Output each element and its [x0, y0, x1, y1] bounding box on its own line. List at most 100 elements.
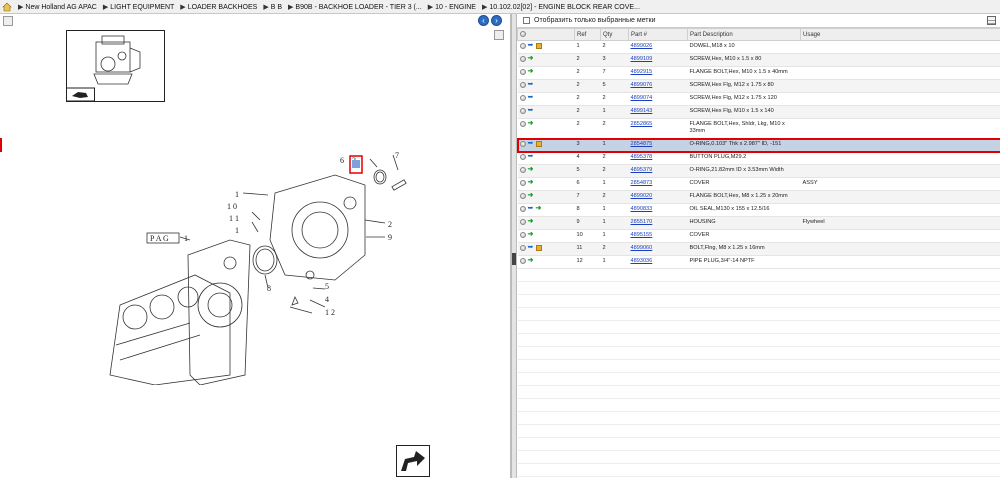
add-to-cart-icon[interactable]: ➜	[528, 192, 534, 199]
part-number-link[interactable]: 4895378	[631, 154, 653, 160]
table-row[interactable]: ➜ 6 1 2854873 COVER ASSY	[517, 177, 1000, 191]
cell-description: BUTTON PLUG,M29.2	[687, 151, 801, 165]
breadcrumb-item[interactable]: ▶ B B	[263, 4, 282, 11]
select-row-icon[interactable]	[519, 141, 526, 147]
part-number-link[interactable]: 4899060	[631, 245, 653, 251]
select-row-icon[interactable]	[519, 167, 526, 173]
info-arrow-icon[interactable]: ➥	[528, 42, 534, 49]
show-selected-only-checkbox[interactable]	[523, 17, 530, 24]
column-header-description[interactable]: Part Description	[687, 28, 801, 41]
add-to-cart-icon[interactable]: ➜	[528, 68, 534, 75]
table-row[interactable]: ➥ 11 2 4899060 BOLT,Flng, M8 x 1.25 x 16mm	[517, 242, 1000, 256]
home-icon[interactable]	[2, 2, 12, 12]
table-row[interactable]: ➥ 2 1 4899143 SCREW,Hex Flg, M10 x 1.5 x 140	[517, 105, 1000, 119]
table-row[interactable]: ➥ 2 5 4899076 SCREW,Hex Flg, M12 x 1.75 x 80	[517, 79, 1000, 93]
select-row-icon[interactable]	[519, 82, 526, 88]
select-row-icon[interactable]	[519, 108, 526, 114]
breadcrumb-item[interactable]: ▶ 10.102.02[02] - ENGINE BLOCK REAR COVE.…	[482, 4, 640, 11]
splitter-grip-icon[interactable]	[512, 253, 516, 265]
part-number-link[interactable]: 2854873	[631, 180, 653, 186]
select-row-icon[interactable]	[519, 180, 526, 186]
part-number-link[interactable]: 4892915	[631, 69, 653, 75]
table-row[interactable]: ➜ 10 1 4895155 COVER	[517, 229, 1000, 243]
table-row[interactable]: ➥ 2 2 4899074 SCREW,Hex Flg, M12 x 1.75 x 12…	[517, 92, 1000, 106]
info-arrow-icon[interactable]: ➥	[528, 205, 534, 212]
column-header-usage[interactable]: Usage	[800, 28, 1000, 41]
add-to-cart-icon[interactable]: ➜	[528, 166, 534, 173]
add-to-cart-icon[interactable]: ➜	[528, 257, 534, 264]
part-number-link[interactable]: 4895155	[631, 232, 653, 238]
select-row-icon[interactable]	[519, 258, 526, 264]
part-number-link[interactable]: 4899074	[631, 95, 653, 101]
part-number-link[interactable]: 4895379	[631, 167, 653, 173]
part-number-link[interactable]: 2852865	[631, 121, 653, 127]
select-all-header[interactable]	[517, 28, 575, 41]
table-row[interactable]: ➥ ➜ 8 1 4890833 OIL SEAL,M130 x 155 x 12.5/16	[517, 203, 1000, 217]
part-number-link[interactable]: 4893036	[631, 258, 653, 264]
select-row-icon[interactable]	[519, 219, 526, 225]
select-row-icon[interactable]	[519, 206, 526, 212]
select-row-icon[interactable]	[519, 121, 526, 127]
table-row[interactable]: ➜ 5 2 4895379 O-RING,21.82mm ID x 3.53mm Wid…	[517, 164, 1000, 178]
table-row[interactable]: ➜ 2 3 4899109 SCREW,Hex, M10 x 1.5 x 80	[517, 53, 1000, 67]
info-arrow-icon[interactable]: ➥	[528, 244, 534, 251]
part-number-link[interactable]: 4899076	[631, 82, 653, 88]
select-row-icon[interactable]	[519, 245, 526, 251]
table-row[interactable]: ➜ 2 7 4892915 FLANGE BOLT,Hex, M10 x 1.5 x 4…	[517, 66, 1000, 80]
select-row-icon[interactable]	[519, 154, 526, 160]
breadcrumb-item[interactable]: ▶ New Holland AG APAC	[18, 4, 97, 11]
part-number-link[interactable]: 4899020	[631, 193, 653, 199]
column-settings-icon[interactable]	[987, 16, 996, 25]
column-header-ref[interactable]: Ref	[574, 28, 601, 41]
table-row[interactable]: ➥ 1 2 4899026 DOWEL,M18 x 10	[517, 40, 1000, 54]
add-to-cart-icon[interactable]: ➜	[528, 120, 534, 127]
part-number-link[interactable]: 4899143	[631, 108, 653, 114]
info-arrow-icon[interactable]: ➥	[528, 153, 534, 160]
add-to-cart-icon[interactable]: ➜	[528, 231, 534, 238]
info-arrow-icon[interactable]: ➥	[528, 81, 534, 88]
breadcrumb-item[interactable]: ▶ LOADER BACKHOES	[180, 4, 257, 11]
package-icon[interactable]	[535, 245, 542, 251]
next-diagram-arrow-icon[interactable]	[396, 445, 430, 477]
part-number-link[interactable]: 4890833	[631, 206, 653, 212]
table-row[interactable]: ➜ 12 1 4893036 PIPE PLUG,3/4"-14 NPTF	[517, 255, 1000, 269]
table-row[interactable]: ➜ 9 1 2855170 HOUSING Flywheel	[517, 216, 1000, 230]
info-arrow-icon[interactable]: ➥	[528, 94, 534, 101]
info-arrow-icon[interactable]: ➥	[528, 107, 534, 114]
breadcrumb-item[interactable]: ▶ B90B - BACKHOE LOADER - TIER 3 (...	[288, 4, 422, 11]
select-row-icon[interactable]	[519, 193, 526, 199]
next-page-button[interactable]: ›	[491, 15, 502, 26]
part-number-link[interactable]: 4899026	[631, 43, 653, 49]
part-number-link[interactable]: 4899109	[631, 56, 653, 62]
table-row-selected[interactable]: ➥ 3 1 2854875 O-RING,0.103" Thk x 2.987" ID,…	[516, 137, 1000, 153]
package-icon[interactable]	[535, 141, 542, 147]
table-row[interactable]: ➥ 4 2 4895378 BUTTON PLUG,M29.2	[517, 151, 1000, 165]
part-number-link[interactable]: 2855170	[631, 219, 653, 225]
table-row[interactable]: ➜ 2 2 2852865 FLANGE BOLT,Hex, Shldr, Lkg, M…	[517, 118, 1000, 139]
package-icon[interactable]	[535, 43, 542, 49]
part-number-link[interactable]: 2854875	[631, 141, 653, 147]
callout-1c: 1	[235, 226, 239, 235]
select-row-icon[interactable]	[519, 232, 526, 238]
select-row-icon[interactable]	[519, 56, 526, 62]
info-arrow-icon[interactable]: ➥	[528, 140, 534, 147]
zoom-tool-icon[interactable]	[3, 16, 13, 26]
add-to-cart-icon[interactable]: ➜	[528, 179, 534, 186]
add-to-cart-icon[interactable]: ➜	[536, 205, 542, 212]
fit-window-icon[interactable]	[494, 30, 504, 40]
add-to-cart-icon[interactable]: ➜	[528, 218, 534, 225]
add-to-cart-icon[interactable]: ➜	[528, 55, 534, 62]
select-row-icon[interactable]	[519, 43, 526, 49]
cell-part: 4890833	[628, 203, 688, 217]
column-header-qty[interactable]: Qty	[600, 28, 629, 41]
select-row-icon[interactable]	[519, 69, 526, 75]
table-row[interactable]: ➜ 7 2 4899020 FLANGE BOLT,Hex, M8 x 1.25 x 2…	[517, 190, 1000, 204]
engine-thumbnail[interactable]	[66, 30, 165, 102]
column-header-part[interactable]: Part #	[628, 28, 688, 41]
empty-row	[517, 411, 1000, 425]
select-row-icon[interactable]	[519, 95, 526, 101]
breadcrumb-item[interactable]: ▶ LIGHT EQUIPMENT	[103, 4, 174, 11]
previous-page-button[interactable]: ‹	[478, 15, 489, 26]
breadcrumb-item[interactable]: ▶ 10 - ENGINE	[428, 4, 476, 11]
row-icons: ➥	[517, 79, 575, 93]
